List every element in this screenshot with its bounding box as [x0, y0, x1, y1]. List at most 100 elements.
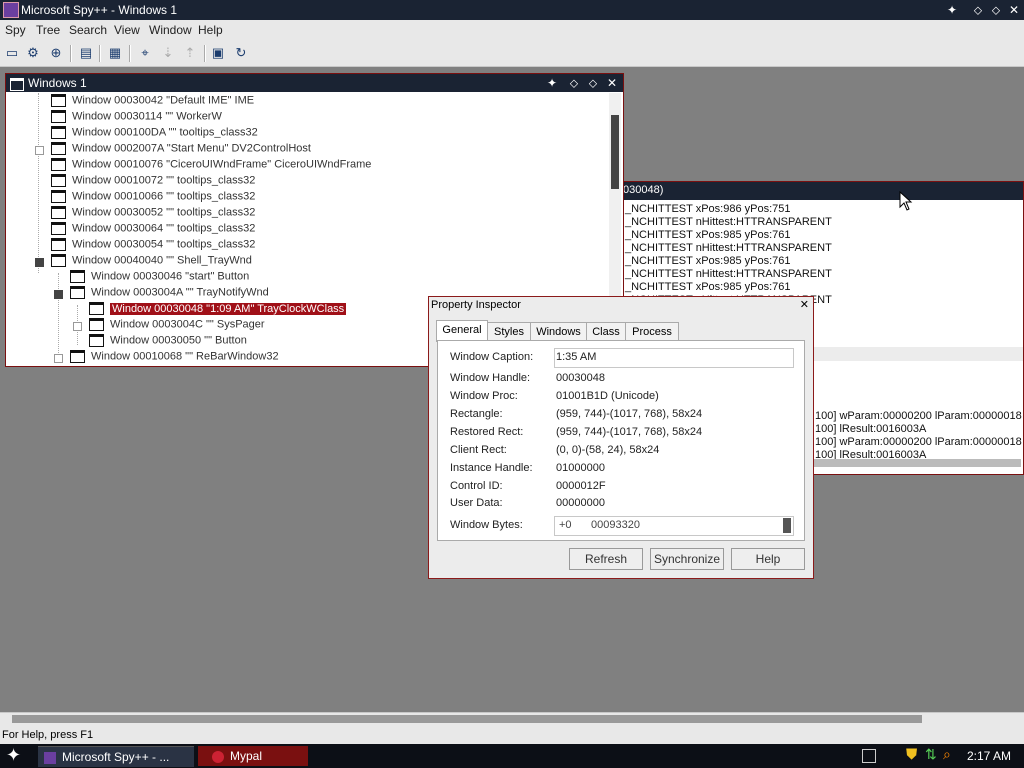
message-line[interactable]: 100] wParam:00000200 lParam:00000018 [815, 436, 1022, 448]
network-icon[interactable]: ⇅ [925, 746, 937, 763]
refresh-button[interactable]: Refresh [569, 548, 643, 570]
tree-item[interactable]: Window 0002007A "Start Menu" DV2ControlH… [51, 142, 311, 158]
messages-hscrollbar[interactable] [811, 459, 1021, 467]
tree-item[interactable]: Window 00010076 "CiceroUIWndFrame" Cicer… [51, 158, 371, 174]
tree-item-label: Window 00030054 "" tooltips_class32 [72, 238, 256, 251]
message-line[interactable]: _NCHITTEST xPos:985 yPos:761 [625, 255, 790, 267]
property-inspector-dialog[interactable]: Property Inspector ✕ General Styles Wind… [428, 296, 814, 579]
message-line[interactable]: _NCHITTEST nHittest:HTTRANSPARENT [625, 242, 832, 254]
tree-item[interactable]: Window 0003004C "" SysPager [89, 318, 265, 334]
tab-windows[interactable]: Windows [530, 322, 587, 341]
menu-search[interactable]: Search [69, 23, 107, 37]
maximize-button[interactable]: ⬦ [988, 2, 1004, 18]
tree-item[interactable]: Window 00030048 "1:09 AM" TrayClockWClas… [89, 301, 348, 318]
window-icon [51, 126, 66, 139]
tab-class[interactable]: Class [586, 322, 626, 341]
keyboard-icon[interactable] [862, 749, 876, 763]
find-prev-icon[interactable]: ⇡ [181, 44, 199, 62]
bytes-scroll-thumb[interactable] [783, 518, 791, 533]
tree-item[interactable]: Window 00030052 "" tooltips_class32 [51, 206, 255, 222]
message-line[interactable]: _NCHITTEST nHittest:HTTRANSPARENT [625, 268, 832, 280]
menu-window[interactable]: Window [149, 23, 192, 37]
tree-item[interactable]: Window 00010072 "" tooltips_class32 [51, 174, 255, 190]
processes-icon[interactable]: ⚙ [24, 44, 42, 62]
tree-item-label: Window 00030050 "" Button [110, 334, 247, 347]
menu-view[interactable]: View [114, 23, 140, 37]
window-icon [89, 334, 104, 347]
tree-expander[interactable] [54, 354, 63, 363]
toolbar: ▭ ⚙ ⊕ ▤ ▦ ⌖ ⇣ ⇡ ▣ ↻ [0, 40, 1024, 67]
property-value[interactable]: 1:35 AM [556, 351, 596, 363]
window-icon [70, 286, 85, 299]
star-icon[interactable]: ✦ [544, 75, 560, 91]
synchronize-button[interactable]: Synchronize [650, 548, 724, 570]
tree-item-label: Window 00030042 "Default IME" IME [72, 94, 255, 107]
tree-expander[interactable] [35, 146, 44, 155]
find-window-icon[interactable]: ⌖ [136, 44, 154, 62]
messages-icon[interactable]: ▤ [77, 44, 95, 62]
window-bytes-list[interactable]: +0 00093320 [554, 516, 794, 536]
refresh-icon[interactable]: ↻ [232, 44, 250, 62]
taskbar-item-spy[interactable]: Microsoft Spy++ - ... [38, 746, 194, 767]
clock[interactable]: 2:17 AM [967, 749, 1011, 763]
star-icon[interactable]: ✦ [944, 2, 960, 18]
tree-item[interactable]: Window 00030064 "" tooltips_class32 [51, 222, 255, 238]
menu-tree[interactable]: Tree [36, 23, 60, 37]
minimize-button[interactable]: ⬦ [566, 75, 582, 91]
spy-app-icon [44, 751, 56, 764]
help-button[interactable]: Help [731, 548, 805, 570]
main-hscroll-thumb[interactable] [12, 715, 922, 723]
shield-icon[interactable]: ⛊ [906, 746, 917, 763]
tree-item[interactable]: Window 0003004A "" TrayNotifyWnd [70, 286, 269, 302]
tree-item[interactable]: Window 00010066 "" tooltips_class32 [51, 190, 255, 206]
taskbar-item-mypal[interactable]: Mypal [198, 746, 308, 766]
spy-app-icon[interactable] [3, 2, 19, 18]
minimize-button[interactable]: ⬦ [970, 2, 986, 18]
tree-item[interactable]: Window 00030042 "Default IME" IME [51, 94, 254, 110]
tab-process[interactable]: Process [625, 322, 679, 341]
menu-bar: Spy Tree Search View Window Help [0, 20, 1024, 40]
message-line[interactable]: 100] lResult:0016003A [815, 423, 926, 435]
tree-item-label: Window 00010068 "" ReBarWindow32 [91, 350, 279, 363]
find-next-icon[interactable]: ⇣ [159, 44, 177, 62]
threads-icon[interactable]: ⊕ [47, 44, 65, 62]
message-line[interactable]: _NCHITTEST xPos:986 yPos:751 [625, 203, 790, 215]
close-button[interactable]: ✕ [604, 75, 620, 91]
tree-item[interactable]: Window 000100DA "" tooltips_class32 [51, 126, 258, 142]
tree-expander[interactable] [35, 258, 44, 267]
taskbar: ✦ Microsoft Spy++ - ... Mypal ⛊ ⇅ ⌕ 2:17… [0, 744, 1024, 768]
message-line[interactable]: _NCHITTEST nHittest:HTTRANSPARENT [625, 216, 832, 228]
property-inspector-title-bar: Property Inspector ✕ [429, 297, 813, 314]
tree-item-label: Window 00030114 "" WorkerW [72, 110, 222, 123]
close-button[interactable]: ✕ [1006, 2, 1022, 18]
tree-expander[interactable] [73, 322, 82, 331]
tree-item-label: Window 000100DA "" tooltips_class32 [72, 126, 258, 139]
message-line[interactable]: _NCHITTEST xPos:985 yPos:761 [625, 229, 790, 241]
menu-help[interactable]: Help [198, 23, 223, 37]
main-hscrollbar[interactable] [0, 712, 1024, 727]
property-value: 00000000 [556, 497, 605, 509]
tree-item[interactable]: Window 00040040 "" Shell_TrayWnd [51, 254, 252, 270]
maximize-button[interactable]: ⬦ [585, 75, 601, 91]
close-icon[interactable]: ✕ [800, 298, 809, 311]
tree-item[interactable]: Window 00030046 "start" Button [70, 270, 249, 286]
start-button[interactable]: ✦ [6, 745, 21, 766]
tree-scroll-thumb[interactable] [611, 115, 619, 189]
message-line[interactable]: _NCHITTEST xPos:985 yPos:761 [625, 281, 790, 293]
message-line[interactable]: 100] wParam:00000200 lParam:00000018 [815, 410, 1022, 422]
tab-general[interactable]: General [436, 320, 488, 342]
tree-item[interactable]: Window 00030054 "" tooltips_class32 [51, 238, 255, 254]
tree-item[interactable]: Window 00010068 "" ReBarWindow32 [70, 350, 279, 364]
tree-item-label: Window 00010066 "" tooltips_class32 [72, 190, 256, 203]
tree-item[interactable]: Window 00030050 "" Button [89, 334, 247, 350]
log-messages-icon[interactable]: ▦ [106, 44, 124, 62]
menu-spy[interactable]: Spy [5, 23, 26, 37]
property-value: (959, 744)-(1017, 768), 58x24 [556, 408, 703, 420]
search-icon[interactable]: ⌕ [943, 746, 951, 763]
tree-item[interactable]: Window 00030114 "" WorkerW [51, 110, 222, 126]
properties-icon[interactable]: ▣ [209, 44, 227, 62]
taskbar-item-label: Microsoft Spy++ - ... [62, 750, 170, 764]
tree-expander[interactable] [54, 290, 63, 299]
tab-styles[interactable]: Styles [487, 322, 531, 341]
windows-icon[interactable]: ▭ [3, 44, 21, 62]
